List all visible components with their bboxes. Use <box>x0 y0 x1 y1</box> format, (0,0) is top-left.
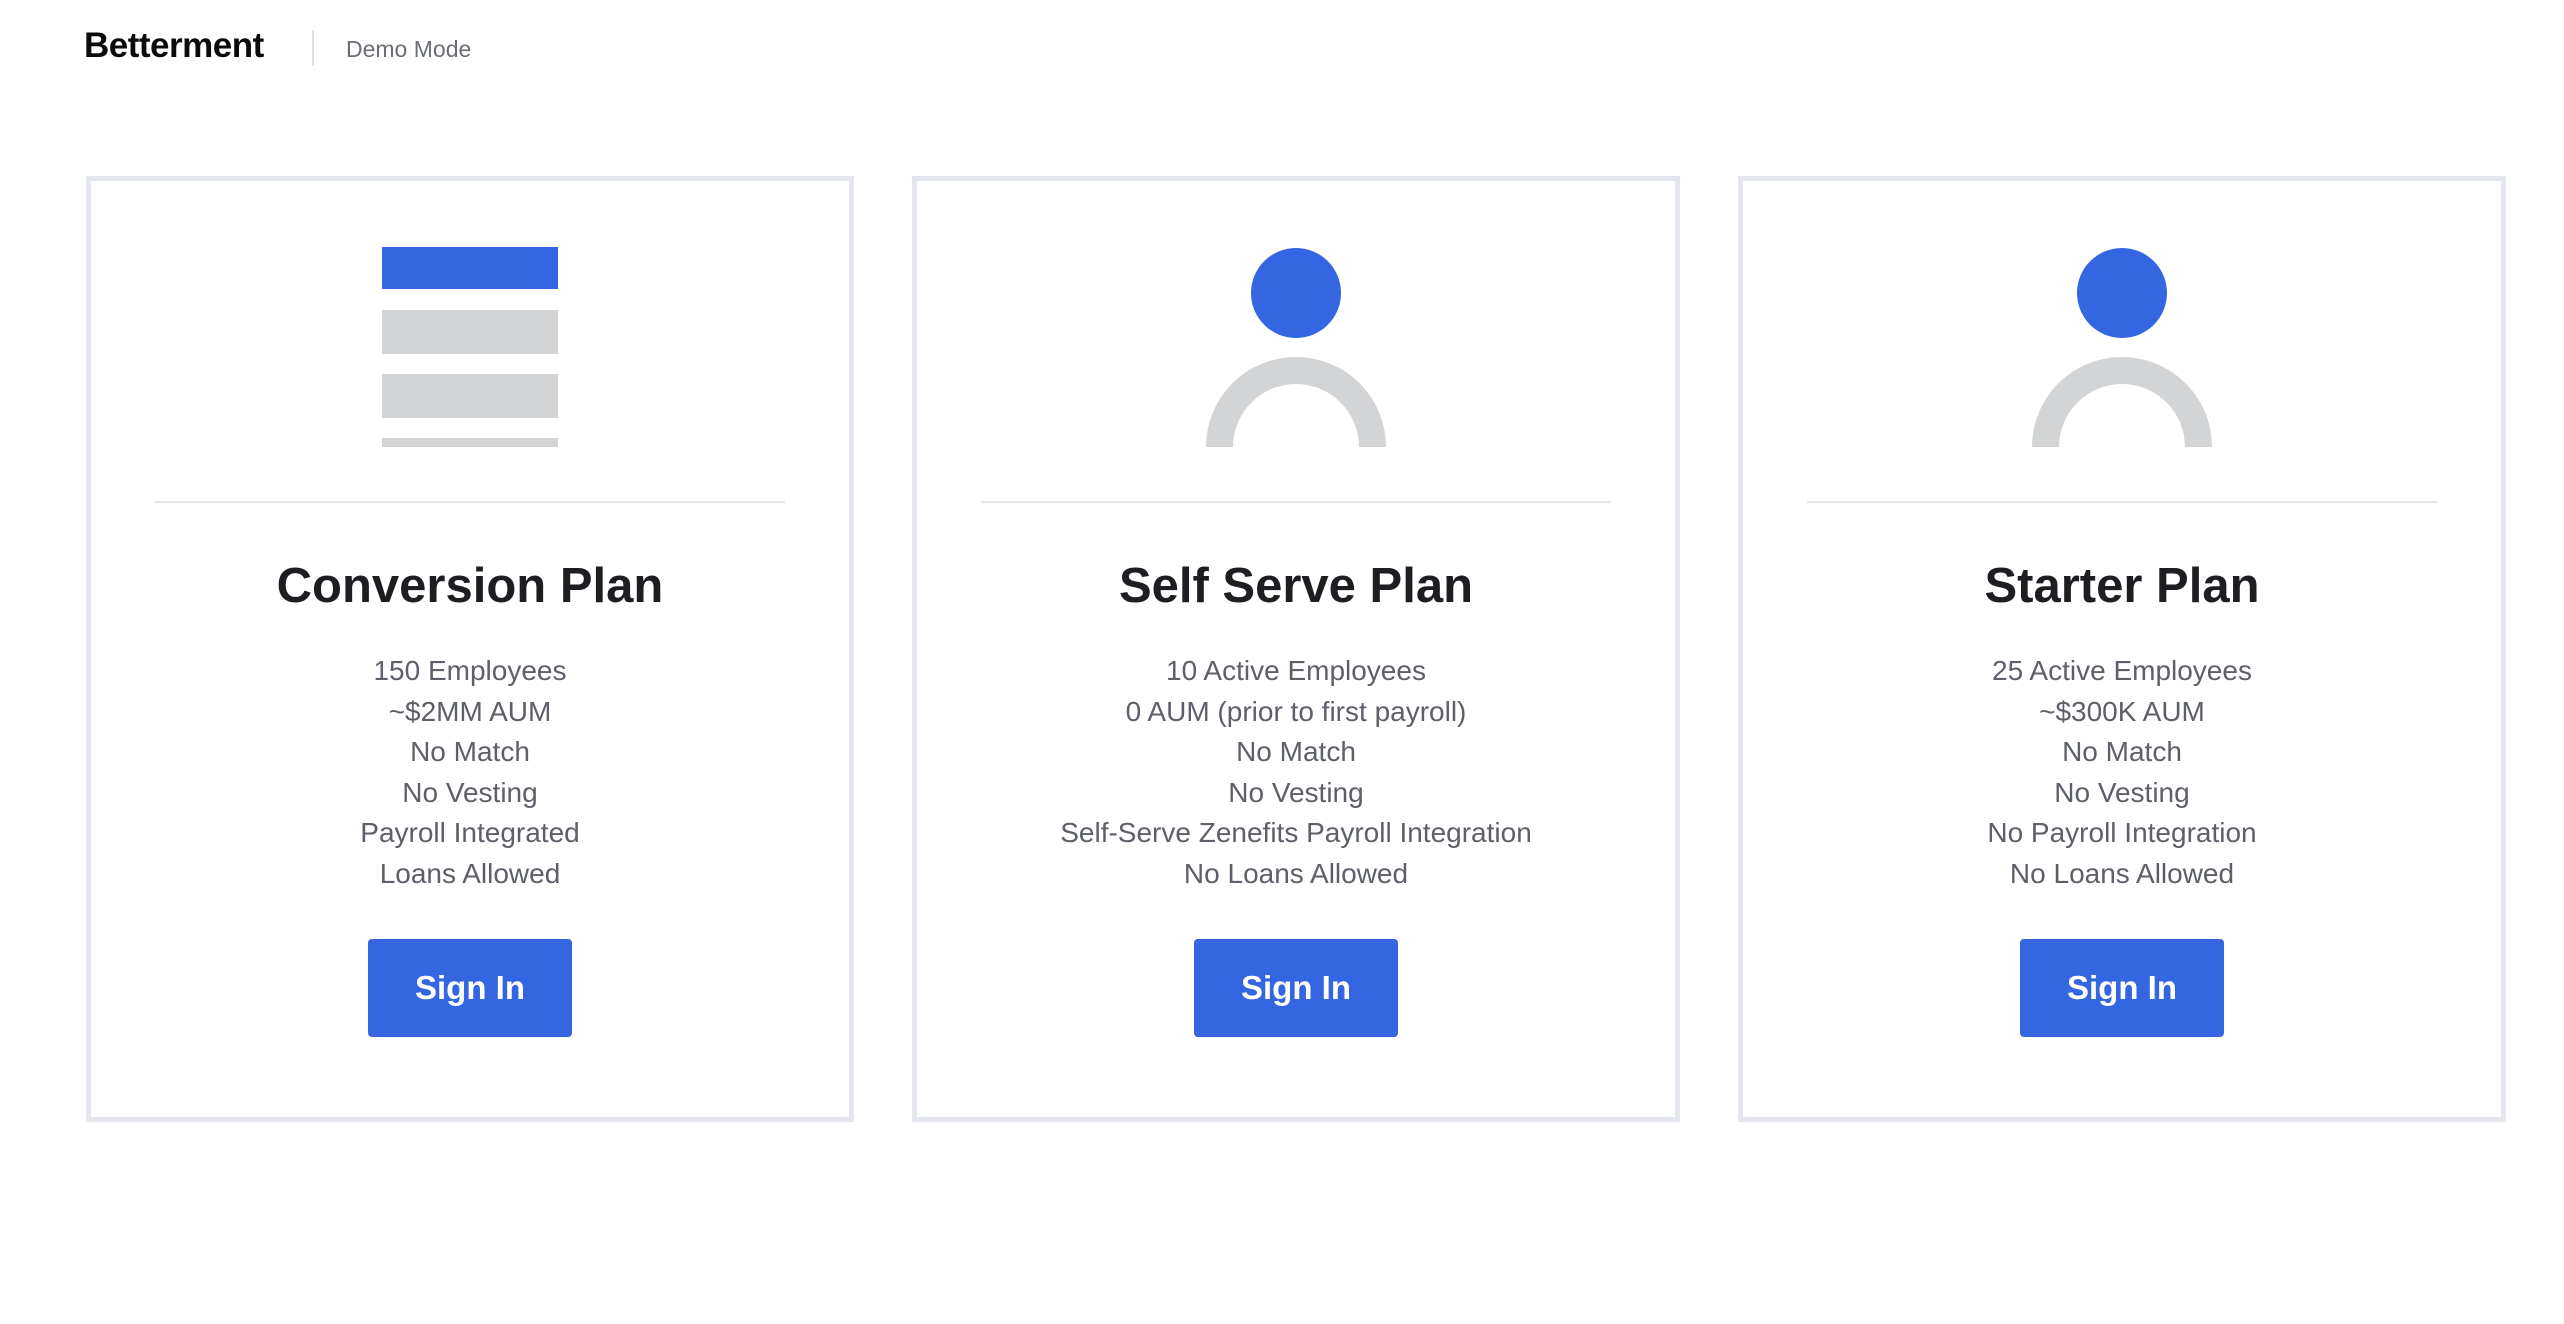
sign-in-button-self-serve[interactable]: Sign In <box>1194 939 1398 1037</box>
sign-in-button-starter[interactable]: Sign In <box>2020 939 2224 1037</box>
document-lines-icon <box>382 247 558 447</box>
plan-title: Self Serve Plan <box>1118 559 1474 613</box>
plan-title: Starter Plan <box>1984 559 2260 613</box>
plan-features: 25 Active Employees ~$300K AUM No Match … <box>1743 651 2501 894</box>
feature-item: No Match <box>410 736 530 767</box>
feature-item: No Payroll Integration <box>1987 817 2257 848</box>
feature-item: No Vesting <box>2054 776 2190 808</box>
feature-item: No Vesting <box>402 776 538 808</box>
feature-item: No Loans Allowed <box>2009 857 2235 889</box>
top-header: Betterment Demo Mode <box>0 0 2564 96</box>
plan-card-starter: Starter Plan 25 Active Employees ~$300K … <box>1738 176 2506 1122</box>
betterment-logo[interactable]: Betterment <box>84 24 264 68</box>
feature-item: No Match <box>1236 736 1356 767</box>
person-icon <box>1206 248 1386 447</box>
feature-item: 150 Employees <box>373 655 567 686</box>
card-divider <box>1807 501 2437 503</box>
header-divider <box>312 30 314 66</box>
feature-item: 0 AUM (prior to first payroll) <box>1125 695 1467 727</box>
feature-item: Loans Allowed <box>379 857 561 889</box>
feature-item: Self-Serve Zenefits Payroll Integration <box>1060 817 1532 848</box>
plan-features: 10 Active Employees 0 AUM (prior to firs… <box>917 651 1675 894</box>
plan-cards: Conversion Plan 150 Employees ~$2MM AUM … <box>86 176 2506 1122</box>
feature-item: No Loans Allowed <box>1183 857 1409 889</box>
feature-item: 25 Active Employees <box>1992 655 2252 686</box>
plan-card-self-serve: Self Serve Plan 10 Active Employees 0 AU… <box>912 176 1680 1122</box>
card-divider <box>155 501 785 503</box>
person-icon <box>2032 248 2212 447</box>
feature-item: No Vesting <box>1228 776 1364 808</box>
plan-features: 150 Employees ~$2MM AUM No Match No Vest… <box>91 651 849 894</box>
card-divider <box>981 501 1611 503</box>
feature-item: Payroll Integrated <box>360 817 580 848</box>
feature-item: ~$2MM AUM <box>388 695 552 727</box>
feature-item: No Match <box>2062 736 2182 767</box>
plan-title: Conversion Plan <box>276 559 664 613</box>
feature-item: 10 Active Employees <box>1166 655 1426 686</box>
demo-mode-label: Demo Mode <box>346 36 472 62</box>
feature-item: ~$300K AUM <box>2039 695 2205 727</box>
sign-in-button-conversion[interactable]: Sign In <box>368 939 572 1037</box>
plan-card-conversion: Conversion Plan 150 Employees ~$2MM AUM … <box>86 176 854 1122</box>
